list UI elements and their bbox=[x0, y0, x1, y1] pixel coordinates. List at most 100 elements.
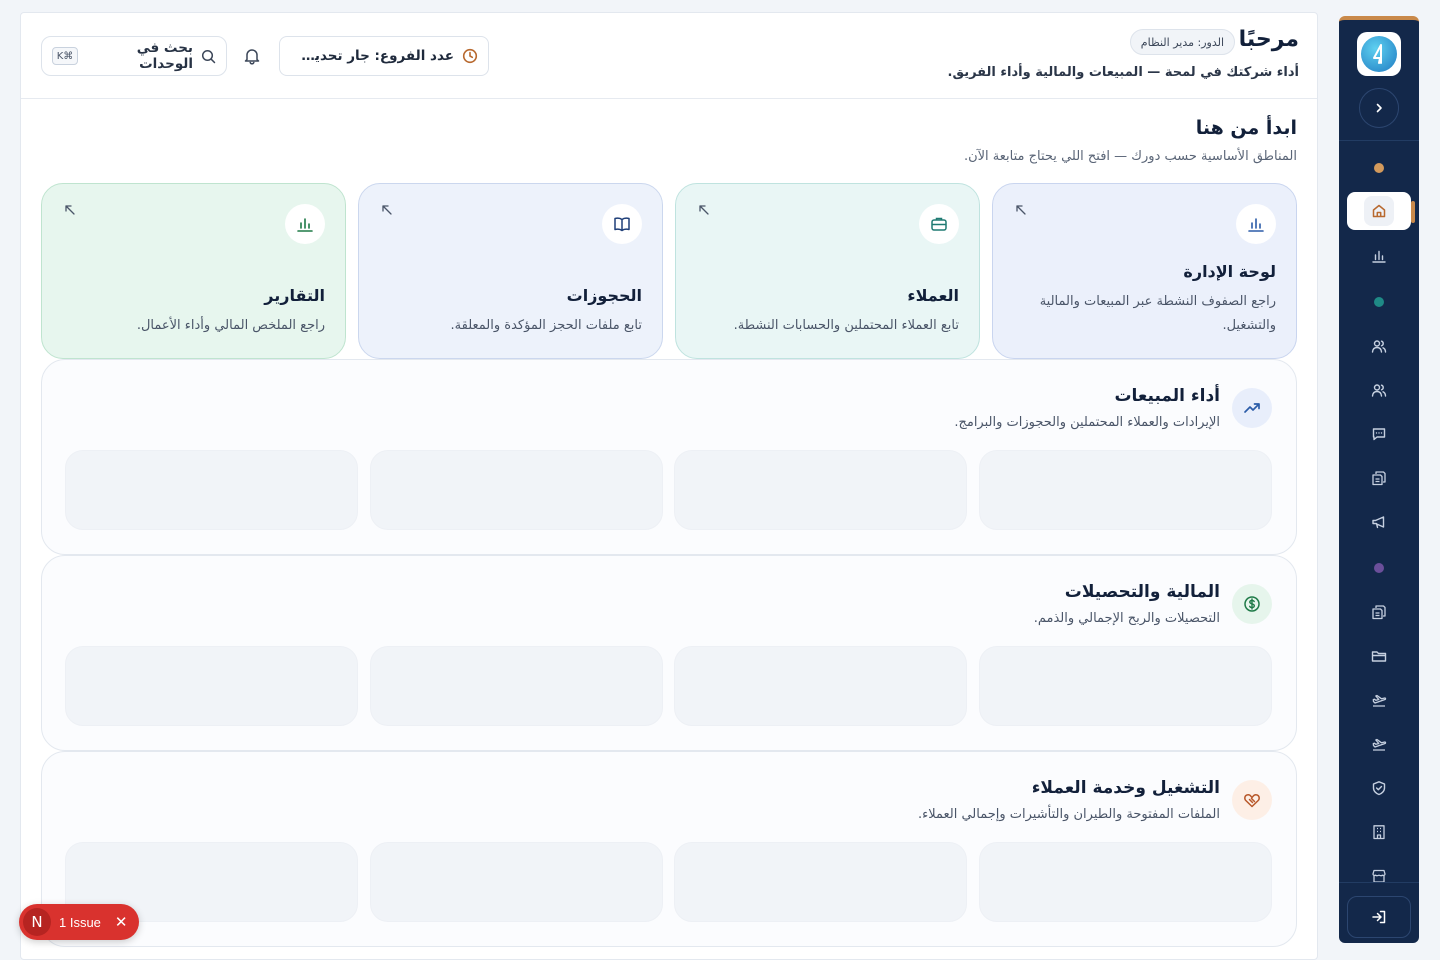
kpi-placeholder bbox=[370, 646, 663, 726]
logout-button[interactable] bbox=[1347, 896, 1411, 938]
sidebar-item-home[interactable] bbox=[1347, 192, 1415, 230]
logo-icon bbox=[1361, 36, 1397, 72]
page-header: مرحبًا الدور: مدير النظام أداء شركتك في … bbox=[21, 13, 1317, 99]
section-title: أداء المبيعات bbox=[1114, 386, 1220, 406]
kpi-placeholder bbox=[979, 450, 1272, 530]
megaphone-icon bbox=[1372, 516, 1385, 529]
sidebar-toggle-button[interactable] bbox=[1359, 88, 1399, 128]
logout-icon bbox=[1372, 910, 1386, 924]
arrow-up-left-icon bbox=[1016, 205, 1026, 215]
arrow-up-left-icon bbox=[65, 205, 75, 215]
main-panel: مرحبًا الدور: مدير النظام أداء شركتك في … bbox=[20, 12, 1318, 960]
card-bookings[interactable]: الحجوزات تابع ملفات الحجز المؤكدة والمعل… bbox=[358, 183, 663, 359]
card-admin-dashboard[interactable]: لوحة الإدارة راجع الصفوف النشطة عبر المب… bbox=[992, 183, 1297, 359]
sidebar-item-files[interactable] bbox=[1347, 593, 1411, 631]
kpi-placeholder bbox=[674, 646, 967, 726]
start-title: ابدأ من هنا bbox=[1195, 117, 1297, 139]
book-icon bbox=[602, 204, 642, 244]
sidebar-item-customers[interactable] bbox=[1347, 371, 1411, 409]
shield-check-icon bbox=[1372, 781, 1386, 796]
sidebar-item-flights[interactable] bbox=[1347, 681, 1411, 719]
message-icon bbox=[1372, 428, 1386, 441]
close-icon[interactable]: ✕ bbox=[115, 913, 128, 931]
kpi-placeholder bbox=[979, 842, 1272, 922]
kpi-placeholder bbox=[979, 646, 1272, 726]
active-indicator bbox=[1411, 201, 1415, 223]
home-icon bbox=[1364, 196, 1394, 226]
arrow-up-left-icon bbox=[699, 205, 709, 215]
bar-chart-icon bbox=[285, 204, 325, 244]
section-title: المالية والتحصيلات bbox=[1064, 582, 1220, 602]
card-title: التقارير bbox=[264, 286, 325, 305]
role-badge: الدور: مدير النظام bbox=[1129, 29, 1235, 55]
card-description: راجع الصفوف النشطة عبر المبيعات والمالية… bbox=[1039, 294, 1276, 333]
bar-chart-icon bbox=[1372, 250, 1386, 263]
start-subtitle: المناطق الأساسية حسب دورك — افتح اللي يح… bbox=[963, 149, 1297, 164]
dollar-icon bbox=[1232, 584, 1272, 624]
sidebar-item-trips[interactable] bbox=[1347, 725, 1411, 763]
app-logo[interactable] bbox=[1357, 32, 1401, 76]
users-icon bbox=[1371, 340, 1387, 353]
sidebar-divider bbox=[1339, 882, 1419, 883]
sidebar-item-visas[interactable] bbox=[1347, 769, 1411, 807]
sidebar-item-hotels[interactable] bbox=[1347, 813, 1411, 851]
trending-up-icon bbox=[1232, 388, 1272, 428]
issue-indicator[interactable]: N 1 Issue ✕ bbox=[19, 904, 139, 940]
search-icon bbox=[201, 49, 216, 63]
section-title: التشغيل وخدمة العملاء bbox=[1031, 778, 1220, 798]
card-reports[interactable]: التقارير راجع الملخص المالي وأداء الأعما… bbox=[41, 183, 346, 359]
card-title: الحجوزات bbox=[566, 286, 642, 305]
card-description: تابع العملاء المحتملين والحسابات النشطة. bbox=[733, 318, 959, 333]
sidebar-item-folders[interactable] bbox=[1347, 637, 1411, 675]
kpi-placeholder bbox=[370, 842, 663, 922]
section-operations-customer-service: التشغيل وخدمة العملاء الملفات المفتوحة و… bbox=[41, 751, 1297, 947]
sidebar-item-users[interactable] bbox=[1347, 327, 1411, 365]
section-subtitle: التحصيلات والربح الإجمالي والذمم. bbox=[1033, 611, 1220, 626]
sidebar-divider bbox=[1339, 140, 1419, 141]
card-description: تابع ملفات الحجز المؤكدة والمعلقة. bbox=[450, 318, 642, 333]
folder-icon bbox=[1371, 651, 1387, 662]
files-icon bbox=[1372, 605, 1386, 620]
section-dot-orange bbox=[1374, 163, 1384, 173]
kpi-placeholder bbox=[65, 450, 358, 530]
sidebar-item-documents[interactable] bbox=[1347, 459, 1411, 497]
page-title: مرحبًا bbox=[1238, 27, 1299, 52]
section-finance-collections: المالية والتحصيلات التحصيلات والربح الإج… bbox=[41, 555, 1297, 751]
search-label: بحث في الوحدات bbox=[136, 40, 193, 72]
card-title: لوحة الإدارة bbox=[1183, 262, 1276, 281]
section-sales-performance: أداء المبيعات الإيرادات والعملاء المحتمل… bbox=[41, 359, 1297, 555]
section-dot-teal bbox=[1374, 297, 1384, 307]
clock-icon bbox=[462, 48, 478, 64]
notifications-button[interactable] bbox=[239, 43, 265, 69]
sidebar-item-messages[interactable] bbox=[1347, 415, 1411, 453]
chevron-right-icon bbox=[1376, 103, 1382, 113]
card-customers[interactable]: العملاء تابع العملاء المحتملين والحسابات… bbox=[675, 183, 980, 359]
section-dot-purple bbox=[1374, 563, 1384, 573]
card-description: راجع الملخص المالي وأداء الأعمال. bbox=[136, 318, 325, 333]
users-icon bbox=[1371, 384, 1387, 397]
issue-count-label: 1 Issue bbox=[59, 914, 101, 930]
branch-count-label: عدد الفروع: جار تحديث البيانات bbox=[294, 48, 454, 64]
handshake-icon bbox=[1232, 780, 1272, 820]
branch-count-selector[interactable]: عدد الفروع: جار تحديث البيانات bbox=[279, 36, 489, 76]
files-icon bbox=[1372, 471, 1386, 486]
kpi-placeholder bbox=[65, 646, 358, 726]
sidebar-item-campaigns[interactable] bbox=[1347, 503, 1411, 541]
sidebar bbox=[1339, 16, 1419, 943]
arrow-up-left-icon bbox=[382, 205, 392, 215]
page-subtitle: أداء شركتك في لمحة — المبيعات والمالية و… bbox=[947, 65, 1299, 80]
section-subtitle: الملفات المفتوحة والطيران والتأشيرات وإج… bbox=[917, 807, 1220, 822]
section-subtitle: الإيرادات والعملاء المحتملين والحجوزات و… bbox=[954, 415, 1220, 430]
building-icon bbox=[1373, 825, 1385, 840]
bar-chart-icon bbox=[1236, 204, 1276, 244]
sidebar-item-store[interactable] bbox=[1347, 857, 1411, 895]
next-logo: N bbox=[23, 908, 51, 936]
card-title: العملاء bbox=[907, 286, 959, 305]
module-search[interactable]: K⌘ بحث في الوحدات bbox=[41, 36, 227, 76]
shortcut-hint: K⌘ bbox=[52, 47, 78, 65]
bell-icon bbox=[244, 49, 260, 65]
briefcase-icon bbox=[919, 204, 959, 244]
kpi-placeholder bbox=[674, 450, 967, 530]
sidebar-item-analytics[interactable] bbox=[1347, 237, 1411, 275]
kpi-placeholder bbox=[370, 450, 663, 530]
